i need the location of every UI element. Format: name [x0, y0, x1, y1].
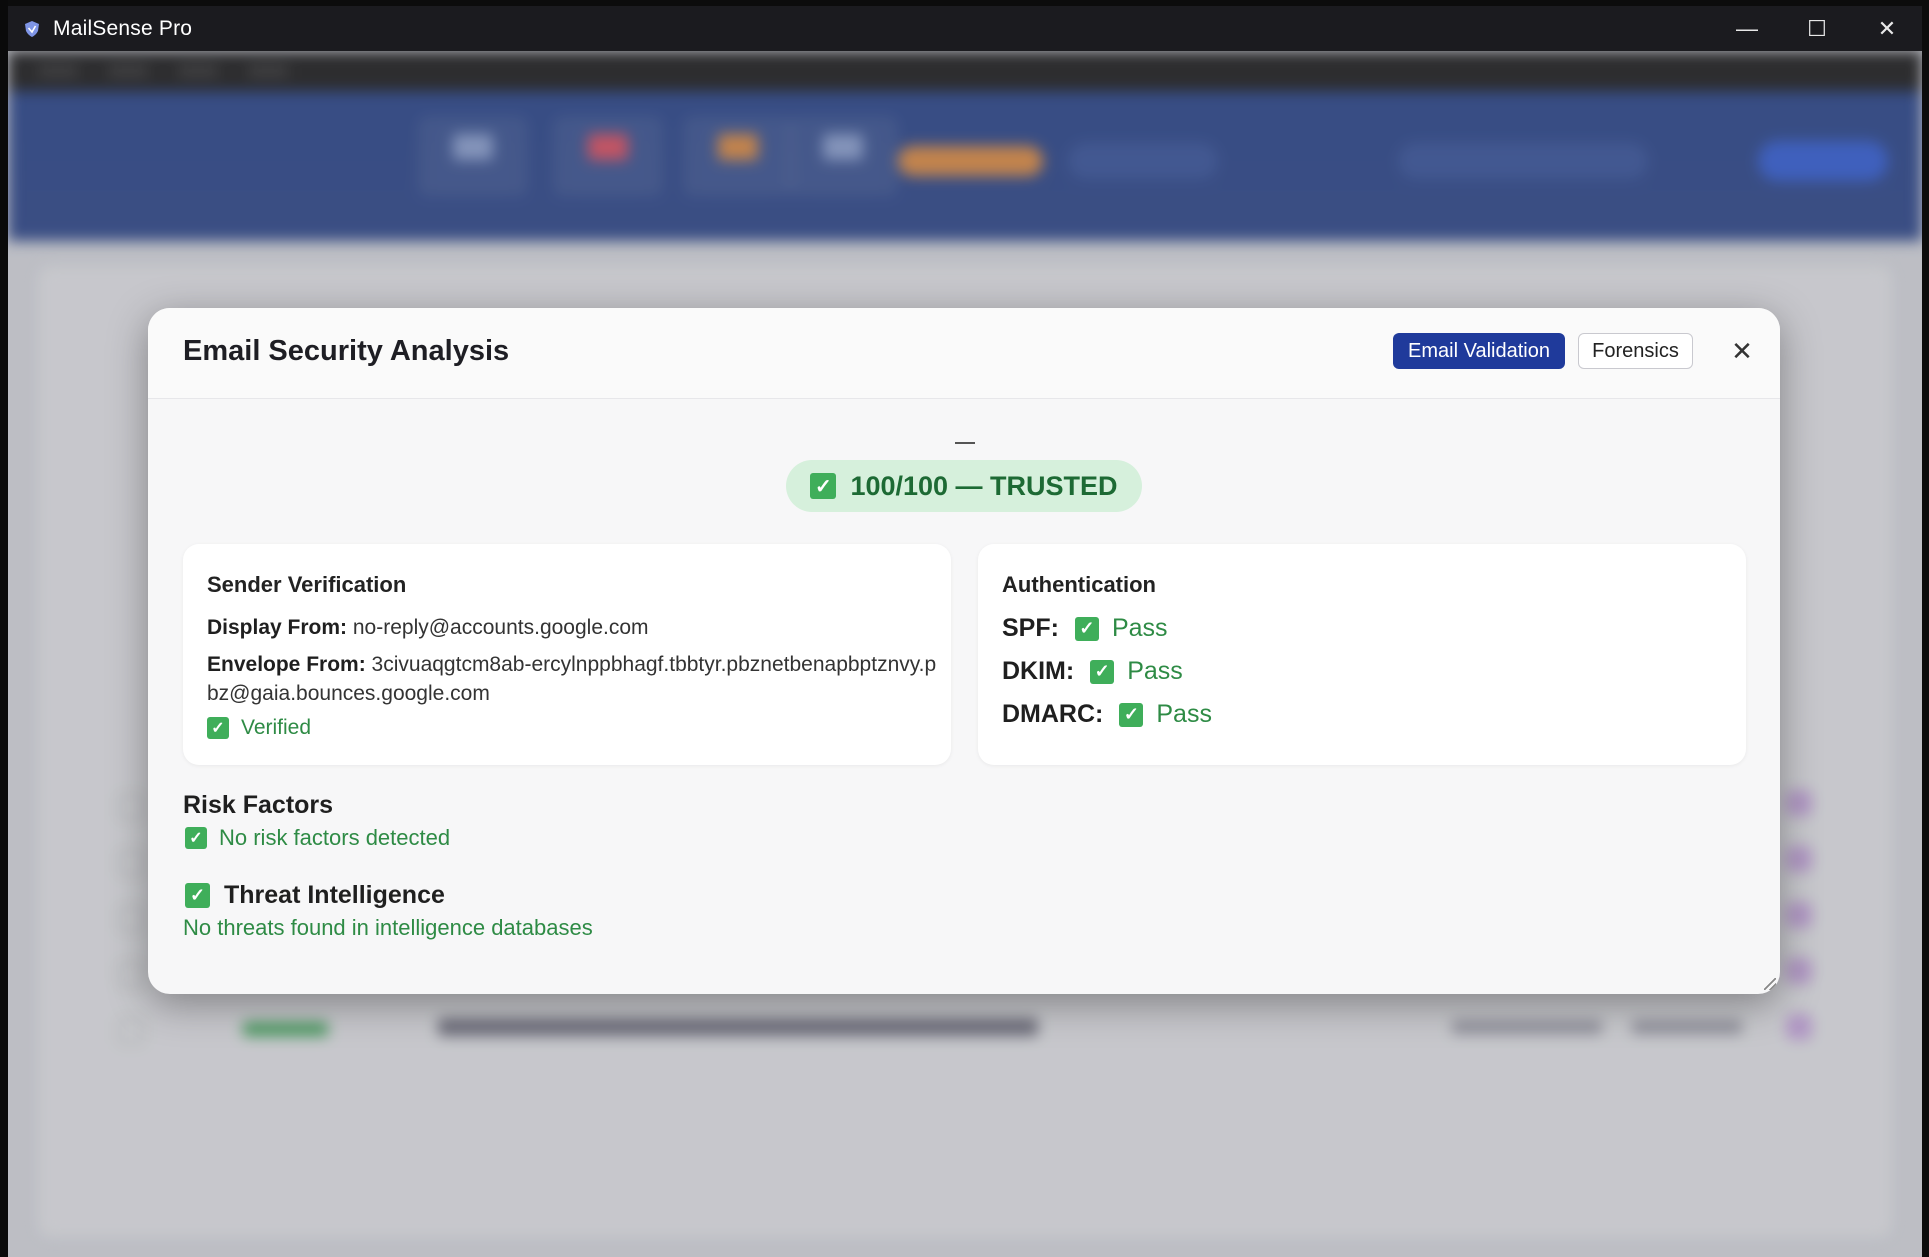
dkim-row: DKIM: ✓ Pass: [1002, 657, 1183, 686]
dkim-label: DKIM:: [1002, 657, 1075, 685]
check-icon: ✓: [185, 827, 207, 849]
risk-factors-text: No risk factors detected: [219, 825, 451, 850]
display-from-key: Display From:: [207, 616, 348, 639]
window-titlebar[interactable]: MailSense Pro — ☐ ✕: [8, 6, 1922, 51]
authentication-title: Authentication: [1002, 572, 1156, 597]
desktop-edge: [0, 0, 8, 1257]
window-close-button[interactable]: ✕: [1852, 6, 1922, 51]
threat-intelligence-title: ✓ Threat Intelligence: [185, 881, 445, 910]
tab-forensics[interactable]: Forensics: [1578, 333, 1693, 369]
drag-handle[interactable]: [955, 442, 975, 444]
maximize-button[interactable]: ☐: [1782, 6, 1852, 51]
risk-factors-title: Risk Factors: [183, 791, 334, 819]
spf-row: SPF: ✓ Pass: [1002, 614, 1168, 643]
sender-verification-title: Sender Verification: [207, 572, 407, 597]
risk-factors-message: ✓ No risk factors detected: [185, 825, 450, 851]
modal-title: Email Security Analysis: [183, 335, 510, 367]
trust-score-badge: ✓ 100/100 — TRUSTED: [786, 460, 1142, 512]
spf-result: Pass: [1111, 614, 1168, 642]
close-icon[interactable]: ✕: [1725, 334, 1759, 368]
check-icon: ✓: [185, 883, 210, 908]
trust-score-label: 100/100 — TRUSTED: [850, 470, 1118, 501]
dmarc-result: Pass: [1156, 700, 1212, 728]
shield-icon: [25, 20, 39, 37]
security-analysis-modal: Email Security Analysis Email Validation…: [148, 308, 1780, 994]
threat-intelligence-message: No threats found in intelligence databas…: [183, 915, 593, 940]
minimize-button[interactable]: —: [1712, 6, 1782, 51]
verified-status: ✓ Verified: [207, 716, 311, 740]
check-icon: ✓: [1119, 702, 1144, 727]
modal-header: Email Security Analysis Email Validation…: [148, 308, 1780, 399]
authentication-card: Authentication SPF: ✓ Pass DKIM: ✓ Pass …: [978, 544, 1746, 765]
check-icon: ✓: [1074, 616, 1099, 641]
verified-label: Verified: [241, 716, 312, 739]
check-icon: ✓: [810, 473, 837, 499]
window-controls: — ☐ ✕: [1712, 6, 1922, 51]
window-title: MailSense Pro: [53, 16, 193, 40]
dmarc-row: DMARC: ✓ Pass: [1002, 700, 1212, 729]
spf-label: SPF:: [1002, 614, 1059, 642]
check-icon: ✓: [207, 717, 229, 739]
envelope-from-key: Envelope From:: [207, 653, 366, 676]
check-icon: ✓: [1090, 659, 1115, 684]
tab-email-validation[interactable]: Email Validation: [1393, 333, 1565, 369]
display-from-value: no-reply@accounts.google.com: [352, 616, 649, 639]
envelope-from-line: Envelope From: 3civuaqgtcm8ab-ercylnppbh…: [207, 650, 937, 708]
threat-intelligence-label: Threat Intelligence: [224, 881, 445, 909]
sender-verification-card: Sender Verification Display From: no-rep…: [183, 544, 951, 765]
display-from-line: Display From: no-reply@accounts.google.c…: [207, 616, 649, 640]
dmarc-label: DMARC:: [1002, 700, 1104, 728]
dkim-result: Pass: [1127, 657, 1183, 685]
resize-grip[interactable]: [1764, 978, 1776, 990]
